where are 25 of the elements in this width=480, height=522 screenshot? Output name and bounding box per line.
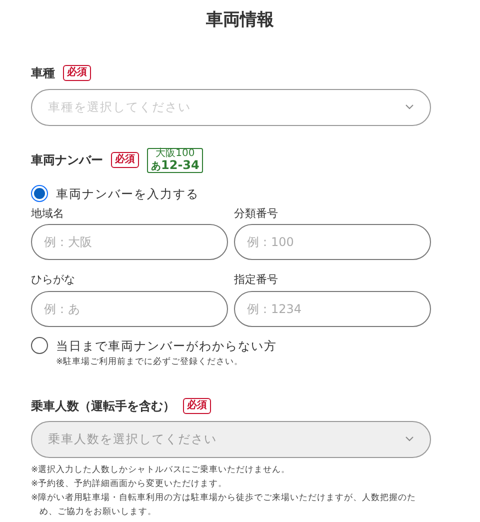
text-input[interactable]: 例：100 (234, 224, 431, 260)
field-label: 車両ナンバー (31, 152, 103, 169)
note-text: ※予約後、予約詳細画面から変更いただけます。 (31, 478, 228, 490)
field-label: 地域名 (31, 206, 65, 222)
note-text: ※選択入力した人数しかシャトルバスにご乗車いただけません。 (31, 464, 292, 476)
text-input[interactable]: 例：あ (31, 290, 228, 326)
required-tag: 必須 (183, 398, 211, 414)
text-input[interactable]: 例：大阪 (31, 224, 228, 260)
option-label: 当日まで車両ナンバーがわからない方 (56, 338, 277, 354)
field-label: 乗車人数（運転手を含む） (31, 398, 175, 414)
field-label: 指定番号 (234, 272, 279, 288)
field-label: ひらがな (31, 272, 76, 288)
note-text: ※駐車場ご利用前までに必ずご登録ください。 (56, 356, 244, 368)
text-input[interactable]: 例：1234 (234, 290, 431, 326)
chevron-down-icon (405, 436, 414, 442)
required-tag: 必須 (111, 152, 139, 168)
radio-button[interactable] (31, 337, 48, 354)
radio-button[interactable] (31, 185, 48, 202)
note-text: ※障がい者用駐車場・自転車利用の方は駐車場から徒歩でご来場いただけますが、人数把握のため、ご協力をお願いします。 (31, 492, 418, 518)
chevron-down-icon (405, 104, 414, 110)
required-tag: 必須 (63, 64, 91, 80)
option-label: 車両ナンバーを入力する (56, 186, 199, 202)
field-label: 車種 (31, 64, 55, 82)
page-title: 車両情報 (205, 9, 275, 32)
field-label: 分類番号 (234, 206, 279, 222)
